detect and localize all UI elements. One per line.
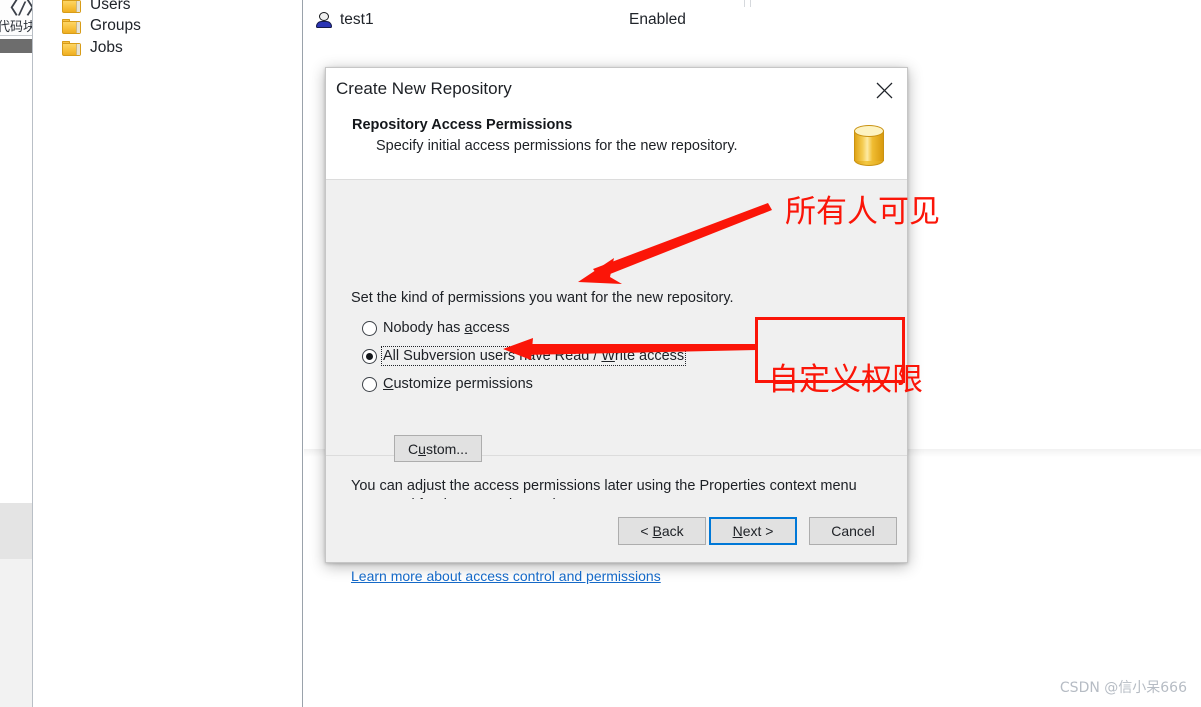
- folder-icon: [62, 0, 81, 13]
- column-separator[interactable]: [744, 0, 745, 7]
- sidebar-item-jobs[interactable]: Jobs: [34, 35, 123, 61]
- custom-button[interactable]: Custom...: [394, 435, 482, 462]
- radio-icon: [362, 376, 377, 392]
- radio-icon-selected: [362, 348, 377, 364]
- dialog-header: Repository Access Permissions Specify in…: [326, 113, 907, 180]
- editor-dark-divider: [0, 39, 32, 53]
- permissions-prompt: Set the kind of permissions you want for…: [351, 290, 734, 306]
- dialog-titlebar: Create New Repository: [326, 68, 907, 113]
- page-subtitle: Specify initial access permissions for t…: [376, 138, 738, 154]
- radio-label: Nobody has access: [383, 320, 510, 336]
- editor-gray-tail: [0, 559, 32, 707]
- page-title: Repository Access Permissions: [352, 117, 573, 133]
- back-button-label: < Back: [640, 523, 684, 539]
- list-item-name: test1: [316, 7, 374, 33]
- dialog-body: Set the kind of permissions you want for…: [326, 180, 907, 584]
- user-icon: [316, 12, 332, 28]
- folder-icon: [62, 40, 81, 56]
- navigation-tree-panel: Users Groups Jobs: [34, 0, 303, 707]
- status-badge: Enabled: [629, 11, 686, 28]
- learn-more-link[interactable]: Learn more about access control and perm…: [351, 568, 661, 584]
- radio-all-subversion-users-read-write[interactable]: All Subversion users have Read / Write a…: [362, 346, 687, 366]
- table-row[interactable]: test1 Enabled: [304, 7, 1201, 33]
- create-new-repository-dialog: Create New Repository Repository Access …: [325, 67, 908, 584]
- cancel-button-label: Cancel: [831, 523, 875, 539]
- column-separator[interactable]: [750, 0, 751, 7]
- user-name-label: test1: [340, 11, 374, 28]
- database-cylinder-icon: [853, 125, 885, 167]
- editor-gray-block: [0, 503, 32, 559]
- cancel-button[interactable]: Cancel: [809, 517, 897, 545]
- code-block-label: 代码块: [0, 19, 32, 34]
- watermark: CSDN @信小呆666: [1059, 680, 1187, 696]
- next-button-label: Next >: [732, 523, 774, 539]
- radio-icon: [362, 320, 377, 336]
- back-button[interactable]: < Back: [618, 517, 706, 545]
- radio-customize-permissions[interactable]: Customize permissions: [362, 376, 533, 392]
- next-button[interactable]: Next >: [709, 517, 797, 545]
- left-editor-strip: 〈/〉 代码块: [0, 0, 33, 707]
- folder-icon: [62, 18, 81, 34]
- sidebar-item-label: Jobs: [90, 39, 123, 56]
- close-icon[interactable]: [861, 68, 907, 113]
- custom-button-label: Custom...: [408, 440, 468, 457]
- dialog-footer: < Back Next > Cancel: [326, 499, 907, 562]
- radio-nobody-has-access[interactable]: Nobody has access: [362, 320, 510, 336]
- editor-toolbar: 〈/〉 代码块: [0, 0, 32, 36]
- dialog-title: Create New Repository: [336, 79, 512, 98]
- radio-label: Customize permissions: [383, 376, 533, 392]
- sidebar-item-label: Groups: [90, 17, 141, 34]
- radio-label: All Subversion users have Read / Write a…: [380, 346, 687, 366]
- sidebar-item-label: Users: [90, 0, 131, 13]
